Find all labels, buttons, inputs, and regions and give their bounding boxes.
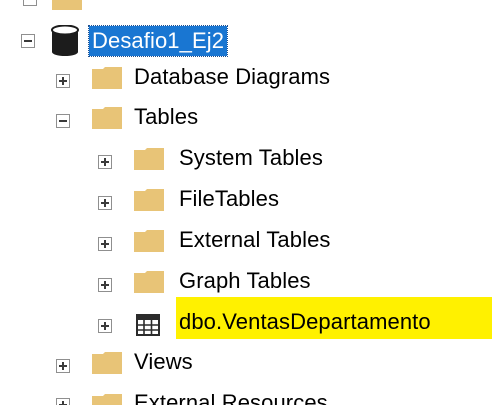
tree-item-label[interactable]: dbo.VentasDepartamento [179, 307, 431, 337]
expand-toggle-icon[interactable] [56, 398, 70, 405]
folder-icon [92, 67, 122, 89]
expand-toggle-icon[interactable] [98, 278, 112, 292]
tree-item-label[interactable]: Graph Tables [179, 266, 311, 296]
database-icon [50, 25, 80, 56]
folder-icon [134, 271, 164, 293]
expand-toggle-icon[interactable] [98, 319, 112, 333]
database-label[interactable]: Desafio1_Ej2 [87, 25, 229, 57]
tree-node-external-resources[interactable]: External Resources [0, 388, 493, 405]
expand-toggle-icon[interactable] [56, 359, 70, 373]
folder-icon [92, 107, 122, 129]
folder-icon [134, 148, 164, 170]
table-icon [136, 314, 160, 336]
folder-icon [134, 230, 164, 252]
tree-item-label[interactable]: Tables [134, 102, 198, 132]
collapse-toggle-icon[interactable] [23, 0, 37, 6]
tree-item-label[interactable]: Database Diagrams [134, 62, 330, 92]
tree-row-partial-top [0, 0, 493, 14]
expand-toggle-icon[interactable] [56, 74, 70, 88]
tree-item-label[interactable]: FileTables [179, 184, 279, 214]
tree-item-label[interactable]: System Tables [179, 143, 323, 173]
collapse-toggle-icon[interactable] [21, 34, 35, 48]
expand-toggle-icon[interactable] [98, 196, 112, 210]
tree-item-label[interactable]: External Tables [179, 225, 331, 255]
expand-toggle-icon[interactable] [98, 237, 112, 251]
folder-icon [92, 394, 122, 405]
expand-toggle-icon[interactable] [98, 155, 112, 169]
folder-icon [92, 352, 122, 374]
tree-item-label[interactable]: External Resources [134, 388, 328, 405]
folder-icon [134, 189, 164, 211]
folder-icon [52, 0, 82, 10]
tree-item-label[interactable]: Views [134, 347, 193, 377]
collapse-toggle-icon[interactable] [56, 114, 70, 128]
